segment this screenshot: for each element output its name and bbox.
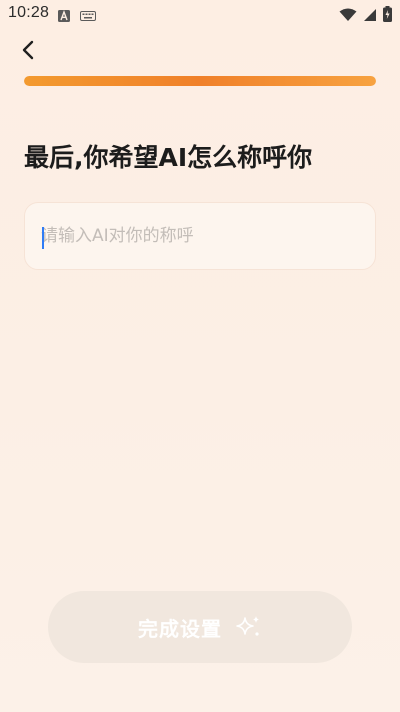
status-time: 10:28: [8, 4, 50, 21]
signal-icon: [363, 7, 377, 26]
progress-bar: [24, 76, 376, 86]
status-left-icons: [58, 7, 96, 26]
text-cursor: [42, 227, 44, 249]
name-input-container[interactable]: [24, 202, 376, 270]
ai-nickname-input[interactable]: [41, 203, 361, 269]
status-bar: 10:28: [0, 0, 400, 28]
progress-fill: [24, 76, 376, 86]
a-notification-icon: [58, 7, 70, 26]
battery-icon: [383, 6, 392, 26]
finish-setup-label: 完成设置: [138, 616, 222, 641]
chevron-left-icon: [21, 40, 35, 64]
back-button[interactable]: [14, 38, 42, 66]
sparkle-icon: [236, 614, 262, 640]
keyboard-icon: [80, 7, 96, 26]
page-title: 最后,你希望AI怎么称呼你: [24, 143, 313, 172]
status-right-icons: [339, 6, 392, 26]
wifi-icon: [339, 7, 357, 26]
finish-setup-button[interactable]: 完成设置: [48, 591, 352, 663]
